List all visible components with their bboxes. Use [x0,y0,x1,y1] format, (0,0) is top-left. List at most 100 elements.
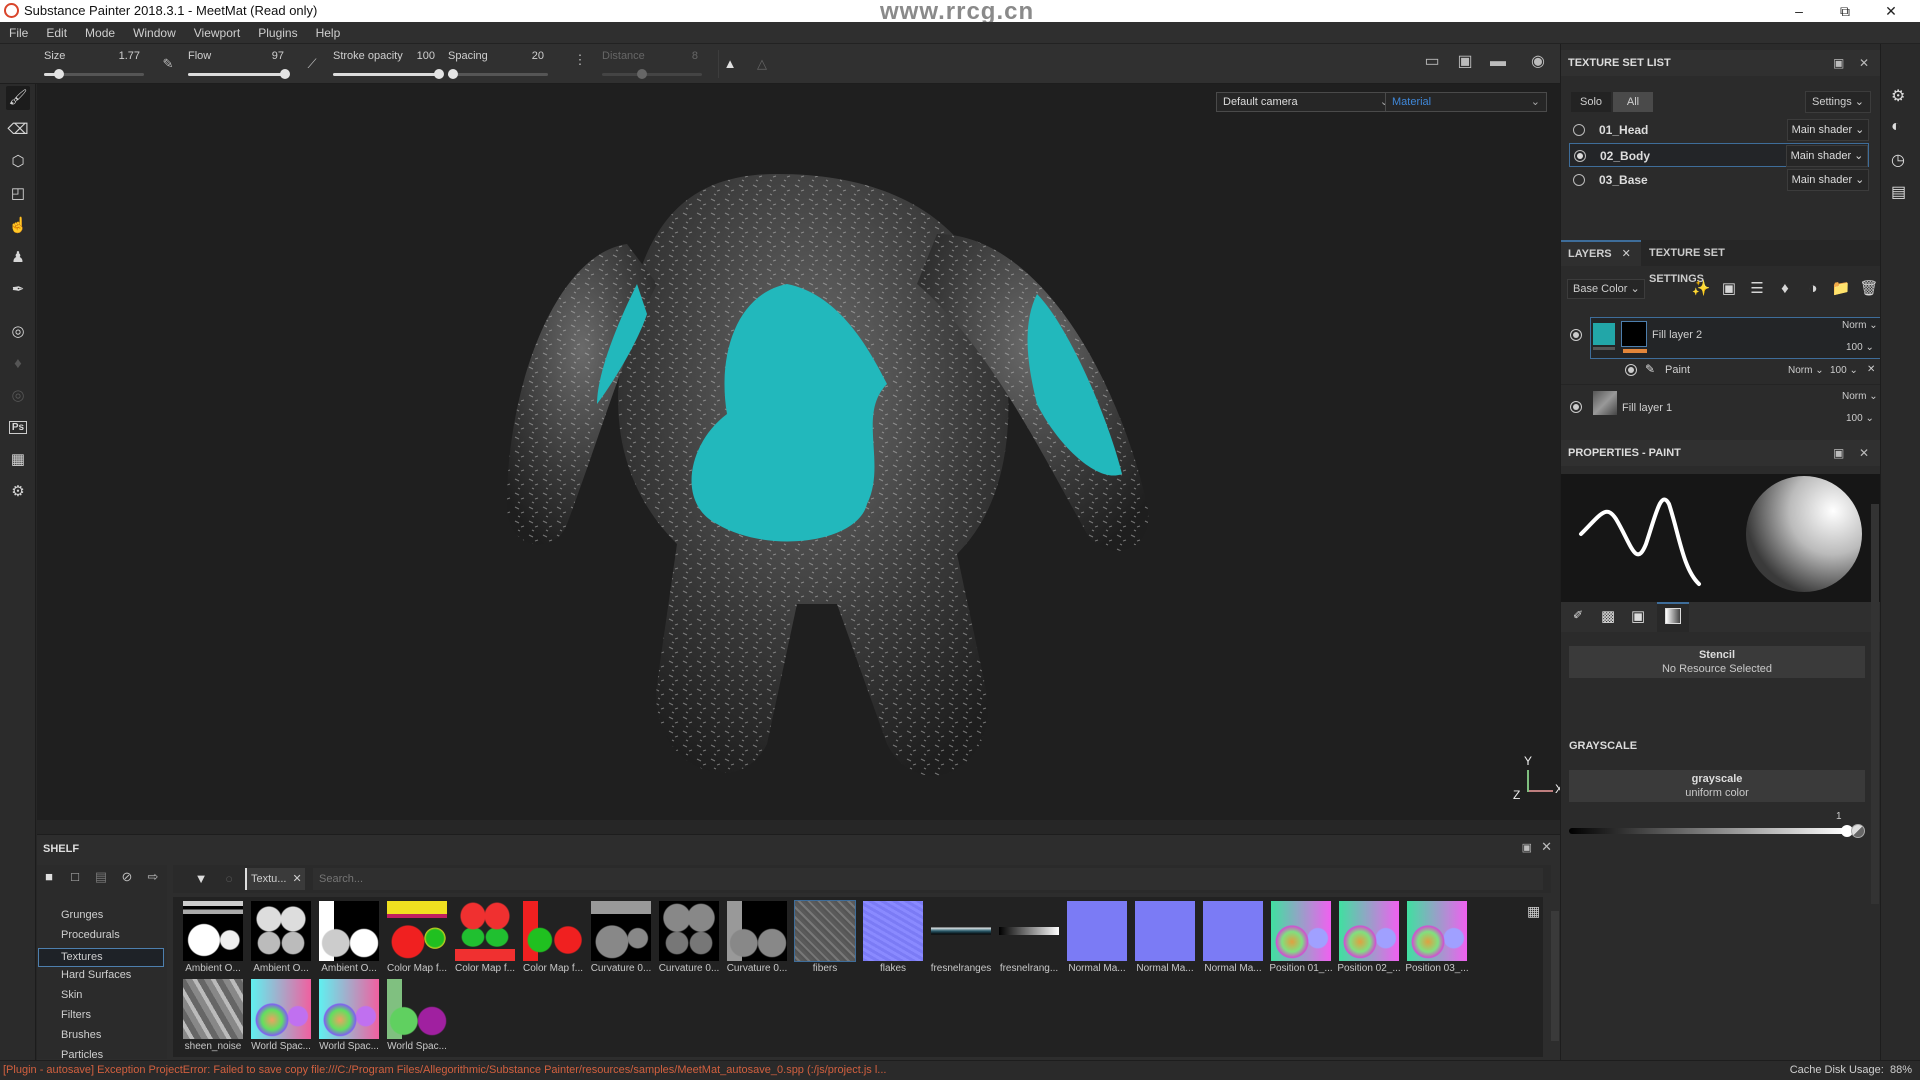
save-shelf-icon[interactable]: ▤ [93,869,109,885]
category-brushes[interactable]: Brushes [61,1029,101,1041]
radio-icon[interactable] [1573,124,1585,136]
menu-window[interactable]: Window [124,22,185,44]
hide-icon[interactable]: ⊘ [119,869,135,885]
close-shelf-icon[interactable]: ✕ [1541,839,1552,855]
restore-button[interactable]: ⧉ [1822,0,1868,22]
undock-icon[interactable]: ▣ [1522,841,1532,854]
blend-mode-dropdown[interactable]: Norm ⌄ [1842,320,1878,331]
effect-opacity-dropdown[interactable]: 100 ⌄ [1830,365,1858,376]
shelf-item-thumbnail[interactable] [1407,901,1467,961]
shelf-item-thumbnail[interactable] [387,979,447,1039]
iray-render-icon[interactable]: ▦ [6,448,30,472]
shelf-item-thumbnail[interactable] [863,901,923,961]
remove-filter-icon[interactable]: ✕ [292,873,301,885]
shader-dropdown[interactable]: Main shader ⌄ [1787,169,1869,191]
shelf-item-thumbnail[interactable] [591,901,651,961]
radio-icon[interactable] [1573,174,1585,186]
shelf-item-thumbnail[interactable] [1135,901,1195,961]
menu-plugins[interactable]: Plugins [249,22,306,44]
flow-slider[interactable]: Flow 97 [188,47,290,81]
all-button[interactable]: All [1613,92,1653,112]
brush-tab-icon[interactable]: ✐ [1573,608,1583,622]
texture-set-01-head[interactable]: 01_Head Main shader ⌄ [1569,118,1869,142]
log-icon[interactable]: ▤ [1891,182,1906,202]
shader-dropdown[interactable]: Main shader ⌄ [1787,119,1869,141]
substance-share-icon[interactable]: ◎ [6,320,30,344]
opacity-dropdown[interactable]: 100 ⌄ [1846,413,1874,424]
color-picker-swatch-icon[interactable] [1851,824,1865,838]
category-hard-surfaces[interactable]: Hard Surfaces [61,969,131,981]
import-icon[interactable]: ⇨ [145,869,161,885]
viewport-frame-icon[interactable]: ▭ [1424,54,1440,70]
material-tab[interactable] [1657,602,1689,632]
spacing-value[interactable]: 20 [532,50,544,62]
symmetry-settings-icon[interactable]: △ [754,56,770,72]
screenshot-camera-icon[interactable]: ◉ [1530,54,1546,70]
undock-icon[interactable]: ▣ [1833,440,1844,466]
paint-brush-icon[interactable]: 🖌 [6,86,30,110]
color-picker-icon[interactable]: ✒ [6,278,30,302]
filter-icon[interactable]: ▼ [193,871,209,887]
add-layer-icon[interactable]: ☰ [1746,278,1768,300]
close-window-button[interactable]: ✕ [1868,0,1914,22]
shelf-item-thumbnail[interactable] [931,901,991,961]
category-textures[interactable]: Textures [38,948,164,967]
undock-icon[interactable]: ▣ [1833,50,1844,76]
eraser-icon[interactable]: ⌫ [6,118,30,142]
shelf-item-thumbnail[interactable] [251,901,311,961]
shelf-item-thumbnail[interactable] [455,901,515,961]
opacity-dropdown[interactable]: 100 ⌄ [1846,342,1874,353]
shelf-search-input[interactable] [313,868,1543,890]
menu-file[interactable]: File [0,22,37,44]
settings-dropdown[interactable]: Settings ⌄ [1805,91,1871,113]
effect-paint[interactable]: ✎ Paint Norm ⌄ 100 ⌄ ✕ [1561,360,1881,382]
tab-texture-set-settings[interactable]: TEXTURE SET SETTINGS [1643,240,1781,285]
shelf-item-thumbnail[interactable] [387,901,447,961]
lazy-mouse-icon[interactable]: ⋮ [572,52,588,68]
properties-scrollbar[interactable] [1871,504,1879,904]
category-grunges[interactable]: Grunges [61,909,103,921]
shader-settings-icon[interactable]: ◐ [1891,118,1901,136]
filter-tag[interactable]: Textu... ✕ [245,868,305,890]
layer-name[interactable]: Fill layer 1 [1622,402,1672,414]
visibility-icon[interactable] [1625,364,1637,376]
add-fill-layer-icon[interactable]: ♦ [1774,278,1796,300]
blend-mode-dropdown[interactable]: Norm ⌄ [1842,391,1878,402]
shelf-item-thumbnail[interactable] [1067,901,1127,961]
layer-name[interactable]: Fill layer 2 [1652,329,1702,341]
notification-bell-icon[interactable]: ♦ [6,352,30,376]
menu-edit[interactable]: Edit [37,22,76,44]
shelf-item-thumbnail[interactable] [251,979,311,1039]
polygon-fill-icon[interactable]: ◰ [6,182,30,206]
photoshop-export-icon[interactable]: Ps [6,416,30,440]
layer-fill-layer-1[interactable]: Fill layer 1 Norm ⌄ 100 ⌄ [1561,384,1881,430]
mask-thumbnail[interactable] [1621,321,1647,347]
category-skin[interactable]: Skin [61,989,82,1001]
menu-mode[interactable]: Mode [76,22,124,44]
history-icon[interactable]: ◷ [1891,150,1905,170]
stroke-opacity-value[interactable]: 100 [417,50,435,62]
size-value[interactable]: 1.77 [119,50,140,62]
shelf-item-thumbnail[interactable] [319,979,379,1039]
grid-view-icon[interactable]: ▦ [1527,903,1540,920]
shelf-item-thumbnail[interactable] [183,979,243,1039]
radio-icon[interactable] [1574,150,1586,162]
shelf-item-thumbnail[interactable] [659,901,719,961]
smudge-icon[interactable]: ☝ [6,214,30,238]
shelf-item-thumbnail[interactable] [1271,901,1331,961]
shelf-item-thumbnail[interactable] [727,901,787,961]
substance-plugin-icon[interactable]: ⚙ [6,480,30,504]
effect-blend-dropdown[interactable]: Norm ⌄ [1788,365,1824,376]
clone-stamp-icon[interactable]: ♟ [6,246,30,270]
add-folder-icon[interactable]: 📁 [1830,278,1852,300]
close-panel-icon[interactable]: ✕ [1859,440,1869,466]
add-mask-icon[interactable]: ▣ [1718,278,1740,300]
category-filters[interactable]: Filters [61,1009,91,1021]
substance-source-icon[interactable]: ◎ [6,384,30,408]
pressure-size-icon[interactable]: ✎ [160,56,176,72]
shelf-scrollbar[interactable] [1551,911,1559,1041]
shelf-item-thumbnail[interactable] [523,901,583,961]
shelf-item-thumbnail[interactable] [183,901,243,961]
menu-help[interactable]: Help [307,22,350,44]
stroke-opacity-slider[interactable]: Stroke opacity 100 [333,47,444,81]
